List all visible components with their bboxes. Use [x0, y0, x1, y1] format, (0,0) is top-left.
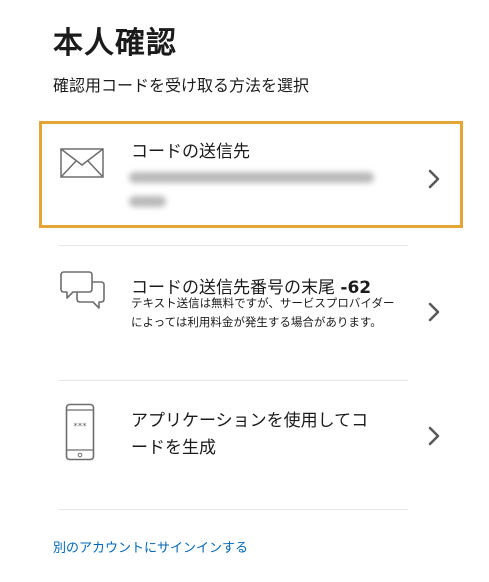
switch-account-link[interactable]: 別のアカウントにサインインする: [53, 537, 248, 556]
envelope-icon: [60, 148, 104, 178]
option-email-title: コードの送信先: [131, 142, 250, 162]
smartphone-icon: ***: [65, 403, 95, 461]
option-app-title-line2: ードを生成: [131, 438, 216, 458]
chevron-right-icon: [428, 169, 440, 189]
chevron-right-icon: [428, 426, 440, 446]
option-email[interactable]: コードの送信先: [39, 121, 463, 228]
option-sms[interactable]: コードの送信先番号の末尾 -62 テキスト送信は無料ですが、サービスプロバイダー…: [59, 246, 440, 380]
code-placeholder: ***: [73, 422, 87, 432]
option-app-title-line1: アプリケーションを使用してコ: [131, 411, 369, 431]
option-authenticator-app[interactable]: *** アプリケーションを使用してコ ードを生成: [59, 381, 440, 509]
option-sms-description: テキスト送信は無料ですが、サービスプロバイダーによっては利用料金が発生する場合が…: [131, 296, 395, 329]
sms-chat-icon: [60, 271, 105, 309]
page-subtitle: 確認用コードを受け取る方法を選択: [53, 76, 310, 95]
divider: [59, 509, 408, 510]
chevron-right-icon: [428, 302, 440, 322]
page-title: 本人確認: [53, 26, 177, 61]
